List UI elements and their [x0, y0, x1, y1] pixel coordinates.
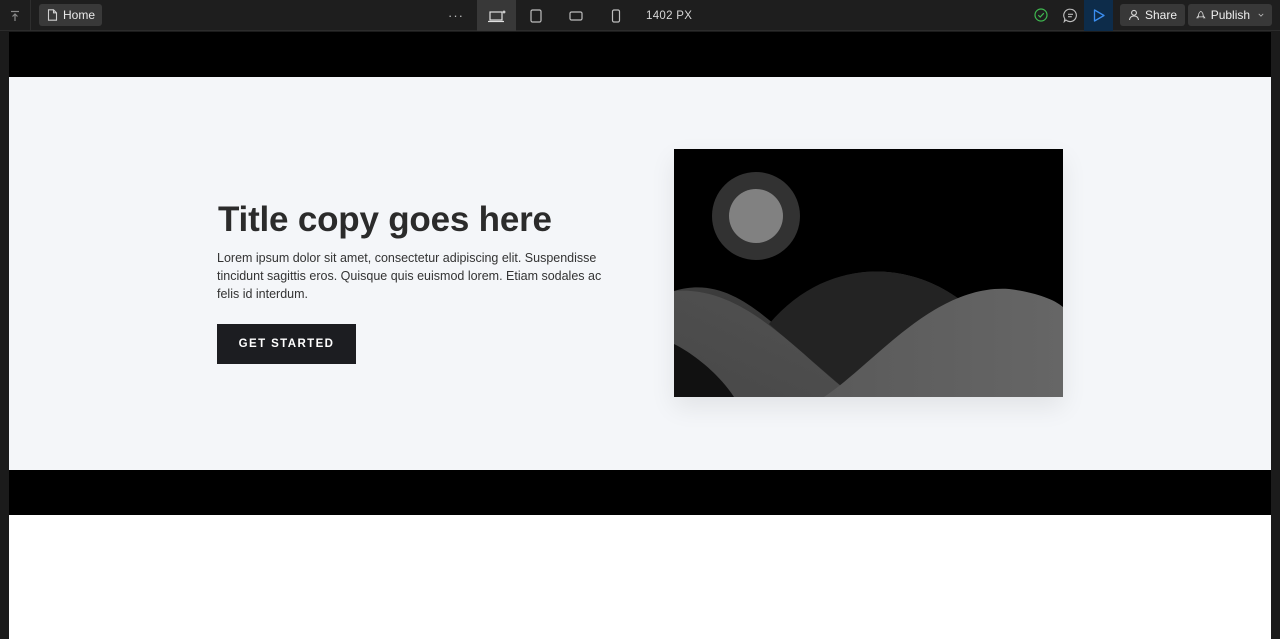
hero-section[interactable]: Title copy goes here Lorem ipsum dolor s…	[9, 77, 1271, 470]
canvas-width-readout[interactable]: 1402 PX	[646, 0, 692, 31]
share-label: Share	[1145, 8, 1178, 22]
hero-image-placeholder[interactable]	[674, 149, 1063, 397]
header-section[interactable]	[9, 32, 1271, 77]
collapse-toolbar-button[interactable]	[0, 0, 31, 31]
designer-toolbar: Home ··· 1402 PX Share Publish	[0, 0, 1280, 31]
play-icon	[1093, 9, 1105, 22]
page-selector-button[interactable]: Home	[39, 4, 103, 26]
footer-section[interactable]	[9, 470, 1271, 515]
mobile-landscape-breakpoint-icon	[568, 10, 583, 21]
get-started-button[interactable]: GET STARTED	[217, 324, 356, 364]
page-name: Home	[63, 8, 96, 22]
comments-button[interactable]	[1058, 3, 1082, 27]
publish-icon	[1196, 10, 1206, 19]
mobile-landscape-breakpoint-button[interactable]	[556, 0, 595, 31]
page-icon	[47, 9, 58, 21]
check-circle-icon	[1034, 8, 1048, 22]
chevron-down-icon	[1258, 13, 1264, 17]
mobile-portrait-breakpoint-icon	[611, 8, 620, 23]
status-button[interactable]	[1029, 3, 1053, 27]
more-options-button[interactable]: ···	[444, 4, 468, 26]
tablet-breakpoint-icon	[529, 8, 542, 23]
preview-button[interactable]	[1084, 0, 1113, 31]
hero-title[interactable]: Title copy goes here	[218, 200, 552, 240]
hero-body-text[interactable]: Lorem ipsum dolor sit amet, consectetur …	[217, 249, 617, 303]
tablet-breakpoint-button[interactable]	[516, 0, 555, 31]
desktop-breakpoint-icon	[487, 9, 506, 22]
desktop-breakpoint-button[interactable]	[477, 0, 516, 31]
canvas-width-value: 1402	[646, 9, 673, 22]
publish-label: Publish	[1210, 8, 1251, 22]
comment-icon	[1062, 8, 1077, 23]
canvas-width-unit: PX	[676, 9, 693, 22]
share-button[interactable]: Share	[1120, 4, 1186, 26]
user-icon	[1128, 9, 1140, 21]
collapse-up-icon	[11, 10, 19, 21]
design-canvas[interactable]: Title copy goes here Lorem ipsum dolor s…	[9, 32, 1271, 639]
publish-button[interactable]: Publish	[1188, 4, 1272, 26]
mobile-portrait-breakpoint-button[interactable]	[596, 0, 635, 31]
